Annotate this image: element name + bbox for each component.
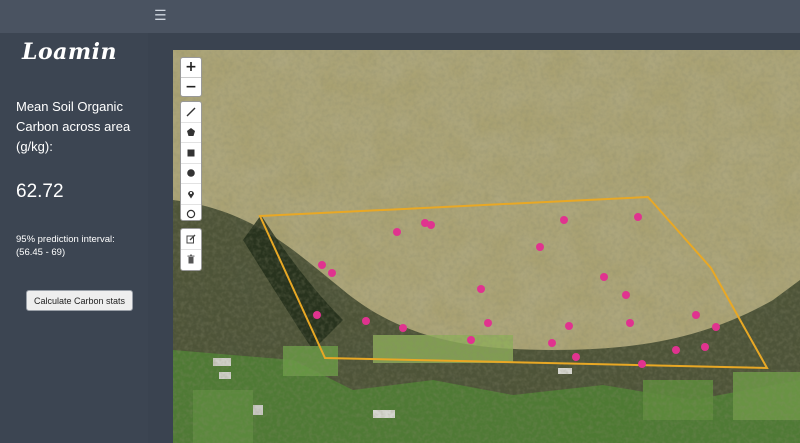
edit-icon[interactable] [181,229,201,249]
draw-toolbar [180,101,202,221]
interval-label: 95% prediction interval: [16,234,115,245]
menu-icon[interactable]: ☰ [154,8,167,24]
edit-toolbar [180,228,202,271]
map-imagery [173,50,800,443]
zoom-control: + − [180,57,202,97]
satellite-map[interactable] [173,50,800,443]
trash-icon[interactable] [181,248,201,270]
sidebar: Loamin Mean Soil Organic Carbon across a… [0,33,148,443]
circlemarker-icon[interactable] [181,203,201,225]
polygon-icon[interactable] [181,121,201,143]
zoom-in-button[interactable]: + [181,58,201,78]
metric-title: Mean Soil Organic Carbon across area (g/… [16,99,131,154]
calculate-carbon-button[interactable]: Calculate Carbon stats [26,290,133,311]
zoom-out-button[interactable]: − [181,78,201,97]
top-bar: ☰ [0,0,800,33]
interval-value: (56.45 - 69) [16,247,66,258]
marker-icon[interactable] [181,183,201,204]
circle-icon[interactable] [181,162,201,184]
polyline-icon[interactable] [181,102,201,122]
metric-value: 62.72 [16,181,64,202]
prediction-interval: 95% prediction interval: (56.45 - 69) [16,233,146,259]
rectangle-icon[interactable] [181,142,201,163]
logo: Loamin [22,39,118,65]
